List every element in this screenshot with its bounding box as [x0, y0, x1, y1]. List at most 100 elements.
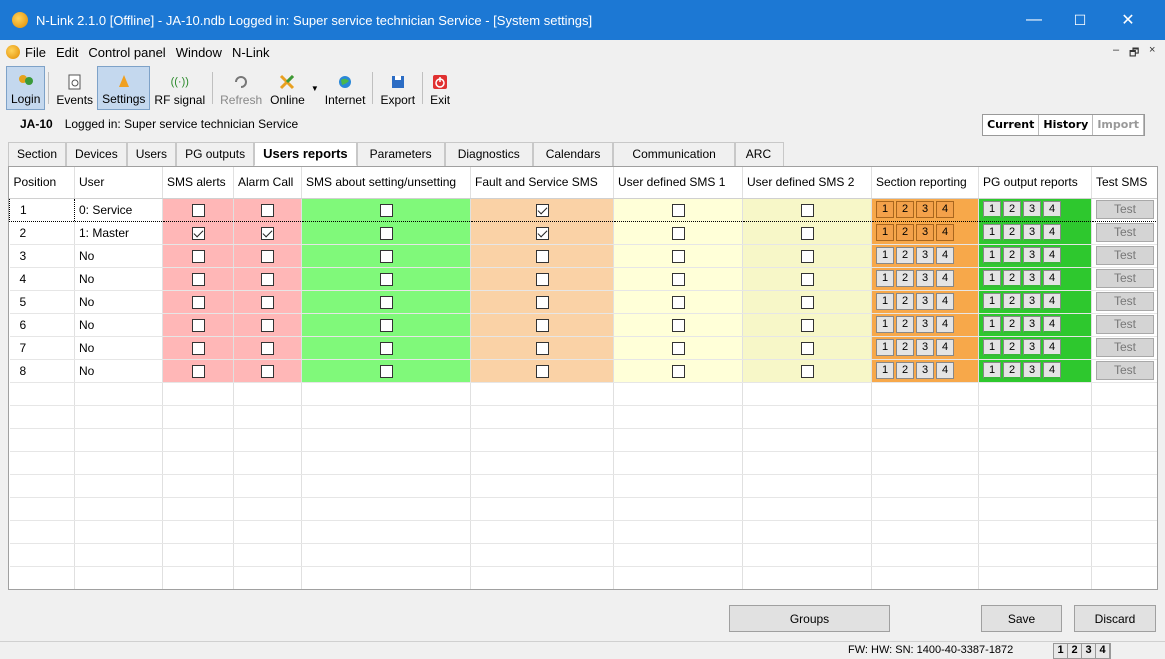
section-toggle[interactable]: 4 [936, 270, 954, 287]
section-toggle[interactable]: 1 [876, 201, 894, 218]
section-toggle[interactable]: 1 [876, 247, 894, 264]
sms-setting-checkbox[interactable] [379, 364, 393, 378]
pg-output-toggle[interactable]: 3 [1023, 293, 1041, 310]
tab-current[interactable]: Current [983, 115, 1040, 135]
sms-setting-checkbox[interactable] [379, 295, 393, 309]
sms-setting-checkbox[interactable] [379, 226, 393, 240]
fault-service-checkbox[interactable] [535, 203, 549, 217]
online-dropdown-button[interactable]: ▼ [309, 66, 321, 110]
table-row[interactable]: 1 0: Service 1 2 3 4 1 2 3 4 Test [9, 197, 1157, 222]
section-toggle[interactable]: 3 [916, 270, 934, 287]
pg-output-toggle[interactable]: 3 [1023, 270, 1041, 287]
tab-pg-outputs[interactable]: PG outputs [176, 142, 255, 166]
user-sms1-checkbox[interactable] [671, 249, 685, 263]
col-header-fault-service[interactable]: Fault and Service SMS [470, 167, 614, 199]
user-sms2-checkbox[interactable] [800, 249, 814, 263]
col-header-pg-output-reports[interactable]: PG output reports [978, 167, 1092, 199]
section-toggle[interactable]: 3 [916, 316, 934, 333]
alarm-call-checkbox[interactable] [261, 318, 274, 332]
col-header-section-reporting[interactable]: Section reporting [871, 167, 979, 199]
sms-alerts-checkbox[interactable] [191, 318, 205, 332]
user-cell[interactable]: No [74, 336, 163, 360]
user-sms2-checkbox[interactable] [800, 318, 814, 332]
pg-output-toggle[interactable]: 2 [1003, 316, 1021, 333]
sms-alerts-checkbox[interactable] [191, 249, 205, 263]
col-header-position[interactable]: Position [9, 167, 75, 199]
user-cell[interactable]: No [74, 267, 163, 291]
mdi-minimize-button[interactable]: – [1113, 44, 1119, 56]
pg-output-toggle[interactable]: 4 [1043, 224, 1061, 241]
tab-users-reports[interactable]: Users reports [254, 142, 357, 166]
section-toggle[interactable]: 4 [936, 339, 954, 356]
user-sms1-checkbox[interactable] [671, 295, 685, 309]
menu-window[interactable]: Window [171, 45, 227, 60]
user-sms1-checkbox[interactable] [671, 318, 685, 332]
user-sms1-checkbox[interactable] [671, 364, 685, 378]
pg-output-toggle[interactable]: 1 [983, 362, 1001, 379]
discard-button[interactable]: Discard [1074, 605, 1156, 632]
user-sms2-checkbox[interactable] [800, 226, 814, 240]
col-header-user-sms1[interactable]: User defined SMS 1 [613, 167, 743, 199]
pg-output-toggle[interactable]: 1 [983, 201, 1001, 218]
section-toggle[interactable]: 3 [916, 339, 934, 356]
refresh-button[interactable]: Refresh [216, 66, 266, 110]
menu-edit[interactable]: Edit [51, 45, 83, 60]
user-sms2-checkbox[interactable] [800, 203, 814, 217]
tab-calendars[interactable]: Calendars [532, 142, 614, 166]
exit-button[interactable]: Exit [426, 66, 454, 110]
section-toggle[interactable]: 4 [936, 316, 954, 333]
tab-arc[interactable]: ARC [734, 142, 785, 166]
section-toggle[interactable]: 4 [936, 201, 954, 218]
alarm-call-checkbox[interactable] [261, 203, 274, 217]
alarm-call-checkbox[interactable] [261, 226, 274, 240]
table-row[interactable]: 8 No 1 2 3 4 1 2 3 4 Test [9, 359, 1157, 383]
pg-output-toggle[interactable]: 3 [1023, 247, 1041, 264]
mdi-restore-button[interactable]: 🗗 [1129, 44, 1139, 63]
pg-output-toggle[interactable]: 2 [1003, 362, 1021, 379]
tab-communication[interactable]: Communication [613, 142, 735, 166]
alarm-call-checkbox[interactable] [261, 249, 274, 263]
pg-output-toggle[interactable]: 1 [983, 270, 1001, 287]
section-toggle[interactable]: 3 [916, 293, 934, 310]
fault-service-checkbox[interactable] [535, 341, 549, 355]
table-row[interactable]: 2 1: Master 1 2 3 4 1 2 3 4 Test [9, 221, 1157, 245]
test-sms-button[interactable]: Test [1096, 361, 1154, 380]
internet-button[interactable]: Internet [321, 66, 370, 110]
user-sms1-checkbox[interactable] [671, 341, 685, 355]
pg-output-toggle[interactable]: 4 [1043, 247, 1061, 264]
col-header-user[interactable]: User [74, 167, 163, 199]
settings-button[interactable]: Settings [97, 66, 151, 110]
user-sms2-checkbox[interactable] [800, 341, 814, 355]
section-toggle[interactable]: 4 [936, 362, 954, 379]
user-cell[interactable]: No [74, 290, 163, 314]
user-cell[interactable]: 1: Master [74, 221, 163, 245]
sms-setting-checkbox[interactable] [379, 272, 393, 286]
menu-control-panel[interactable]: Control panel [83, 45, 170, 60]
test-sms-button[interactable]: Test [1096, 200, 1154, 219]
pg-output-toggle[interactable]: 3 [1023, 362, 1041, 379]
pg-output-toggle[interactable]: 2 [1003, 293, 1021, 310]
table-row[interactable]: 5 No 1 2 3 4 1 2 3 4 Test [9, 290, 1157, 314]
sms-setting-checkbox[interactable] [379, 318, 393, 332]
sms-alerts-checkbox[interactable] [191, 295, 205, 309]
section-toggle[interactable]: 3 [916, 224, 934, 241]
section-toggle[interactable]: 1 [876, 270, 894, 287]
fault-service-checkbox[interactable] [535, 295, 549, 309]
pg-output-toggle[interactable]: 1 [983, 316, 1001, 333]
pg-output-toggle[interactable]: 1 [983, 247, 1001, 264]
pg-output-toggle[interactable]: 1 [983, 293, 1001, 310]
user-cell[interactable]: No [74, 313, 163, 337]
table-row[interactable]: 3 No 1 2 3 4 1 2 3 4 Test [9, 244, 1157, 268]
section-toggle[interactable]: 1 [876, 224, 894, 241]
sms-alerts-checkbox[interactable] [191, 272, 205, 286]
sms-setting-checkbox[interactable] [379, 249, 393, 263]
sms-setting-checkbox[interactable] [379, 341, 393, 355]
app-menu-icon[interactable] [6, 45, 20, 59]
pg-output-toggle[interactable]: 3 [1023, 316, 1041, 333]
section-toggle[interactable]: 3 [916, 362, 934, 379]
section-toggle[interactable]: 2 [896, 293, 914, 310]
user-sms2-checkbox[interactable] [800, 272, 814, 286]
pg-output-toggle[interactable]: 4 [1043, 270, 1061, 287]
user-cell[interactable]: No [74, 244, 163, 268]
sms-alerts-checkbox[interactable] [191, 364, 205, 378]
